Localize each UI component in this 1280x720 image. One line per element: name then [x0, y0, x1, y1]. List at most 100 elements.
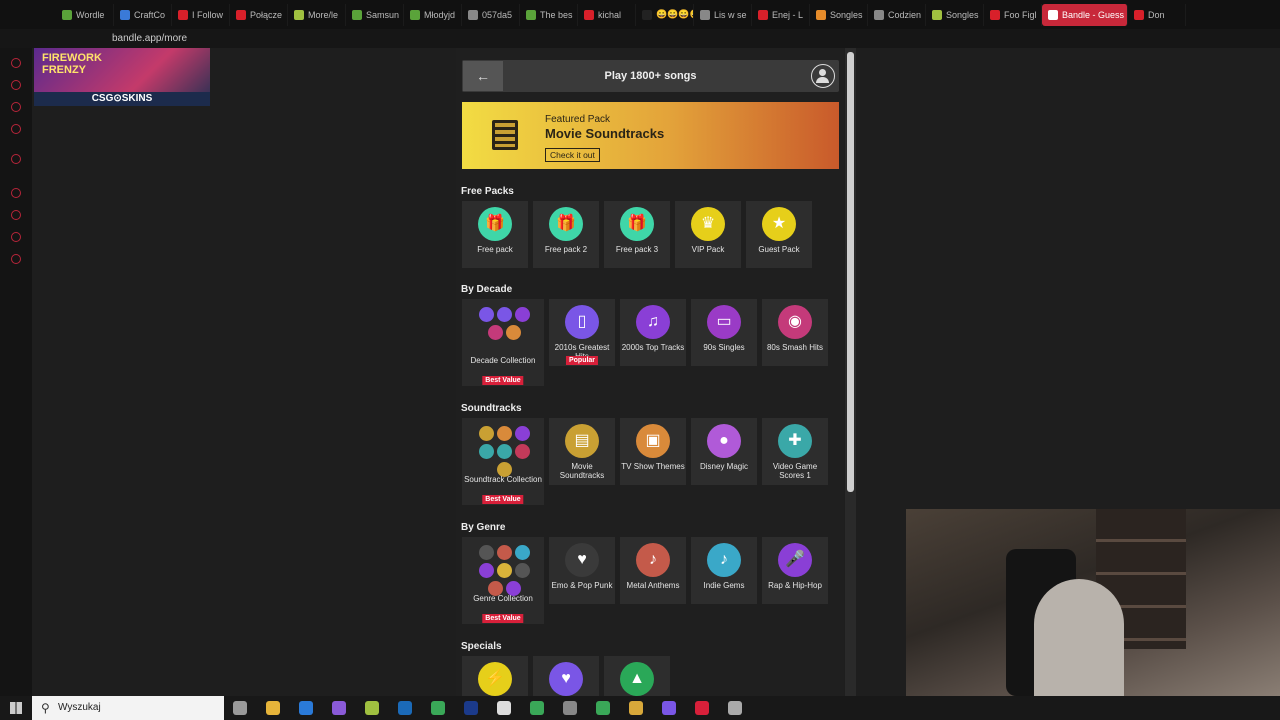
featured-pack-banner[interactable]: Featured Pack Movie Soundtracks Check it… — [462, 102, 839, 169]
browser-tab[interactable]: Wordle — [56, 3, 114, 26]
pack-badge: Popular — [565, 356, 599, 365]
taskbar-app-icon[interactable] — [464, 701, 478, 715]
pack-tile[interactable]: ▲ — [604, 656, 670, 696]
pack-tile[interactable]: ♛ VIP Pack — [675, 201, 741, 268]
tab-favicon-icon — [410, 9, 420, 20]
browser-tab[interactable]: Samsun — [346, 3, 404, 26]
pack-tile[interactable]: 🎁 Free pack 2 — [533, 201, 599, 268]
browser-tab[interactable]: kichal — [578, 3, 636, 26]
pack-tile[interactable]: Soundtrack Collection Best Value — [462, 418, 544, 505]
taskbar-app-icon[interactable] — [596, 701, 610, 715]
settings-icon[interactable] — [11, 254, 21, 264]
taskbar-app-icon[interactable] — [398, 701, 412, 715]
browser-tab[interactable]: The bes — [520, 3, 578, 26]
mini-pack-icon — [478, 545, 494, 560]
guitar-icon: ♪ — [707, 543, 741, 577]
browser-tab[interactable]: Połącze — [230, 3, 288, 26]
pack-tile[interactable]: ♫ 2000s Top Tracks — [620, 299, 686, 366]
browser-tab[interactable]: Songles — [926, 3, 984, 26]
browser-tab[interactable]: Codzien — [868, 3, 926, 26]
taskbar-app-icon[interactable] — [497, 701, 511, 715]
taskbar-app-icon[interactable] — [365, 701, 379, 715]
sidebar-icon-1[interactable] — [11, 58, 21, 68]
browser-tab[interactable]: Lis w se — [694, 3, 752, 26]
browser-tab[interactable]: CraftCo — [114, 3, 172, 26]
taskbar-app-icon[interactable] — [629, 701, 643, 715]
pack-tile[interactable]: Decade Collection Best Value — [462, 299, 544, 386]
sidebar-icon-5[interactable] — [11, 188, 21, 198]
address-bar[interactable]: bandle.app/more — [0, 29, 1280, 48]
browser-tab[interactable]: 😀😀😀😀 — [636, 3, 694, 26]
tab-favicon-icon — [816, 9, 826, 20]
pack-tile[interactable]: ● Disney Magic — [691, 418, 757, 485]
pack-tile[interactable]: ◉ 80s Smash Hits — [762, 299, 828, 366]
pack-tile[interactable]: ▣ TV Show Themes — [620, 418, 686, 485]
sidebar-icon-7[interactable] — [11, 232, 21, 242]
browser-tab[interactable]: Don — [1128, 3, 1186, 26]
mini-pack-icon — [496, 426, 512, 441]
taskbar-app-icon[interactable] — [695, 701, 709, 715]
tab-label: Don — [1148, 9, 1165, 20]
taskbar-app-icon[interactable] — [431, 701, 445, 715]
sidebar-icon-2[interactable] — [11, 80, 21, 90]
browser-tab[interactable]: Młodyjd — [404, 3, 462, 26]
pack-tile[interactable]: ★ Guest Pack — [746, 201, 812, 268]
taskbar-app-icon[interactable] — [728, 701, 742, 715]
taskbar-app-icon[interactable] — [530, 701, 544, 715]
browser-tab[interactable]: 057da5 — [462, 3, 520, 26]
pack-tile[interactable]: ▯2010s Greatest HitsPopular — [549, 299, 615, 366]
tab-favicon-icon — [758, 9, 768, 20]
twitch-icon[interactable] — [11, 154, 21, 164]
pack-tile[interactable]: ⚡ — [462, 656, 528, 696]
sidebar-icon-4[interactable] — [11, 124, 21, 134]
browser-tab[interactable]: Enej - L — [752, 3, 810, 26]
mini-pack-icon — [496, 545, 512, 560]
browser-tab[interactable]: Bandle - Guess — [1042, 3, 1128, 26]
taskbar-app-icon[interactable] — [233, 701, 247, 715]
tab-favicon-icon — [178, 9, 188, 20]
url-text[interactable]: bandle.app/more — [112, 33, 187, 44]
user-account-icon[interactable] — [811, 64, 835, 88]
scrollbar-thumb[interactable] — [847, 52, 854, 492]
windows-start-icon[interactable] — [10, 702, 22, 714]
pack-tile[interactable]: Genre Collection Best Value — [462, 537, 544, 624]
pack-tile[interactable]: ▤ Movie Soundtracks — [549, 418, 615, 485]
page-scrollbar[interactable] — [845, 48, 856, 696]
pack-tile[interactable]: 🎤 Rap & Hip-Hop — [762, 537, 828, 604]
taskbar-search-input[interactable]: Wyszukaj — [32, 696, 224, 720]
pack-tile[interactable]: ♥ — [533, 656, 599, 696]
browser-tab[interactable]: I Follow — [172, 3, 230, 26]
pack-tile[interactable]: 🎁 Free pack 3 — [604, 201, 670, 268]
tab-label: 057da5 — [482, 9, 513, 20]
tab-label: Bandle - Guess — [1062, 9, 1125, 20]
tab-favicon-icon — [468, 9, 478, 20]
browser-tab[interactable]: More/le — [288, 3, 346, 26]
broken-heart-icon: ♥ — [565, 543, 599, 577]
sidebar-icon-6[interactable] — [11, 210, 21, 220]
tab-favicon-icon — [700, 9, 710, 20]
taskbar-app-icon[interactable] — [563, 701, 577, 715]
sidebar-icon-3[interactable] — [11, 102, 21, 112]
check-it-out-button[interactable]: Check it out — [545, 148, 600, 162]
tab-label: Enej - L — [772, 9, 804, 20]
browser-tab[interactable]: Foo Figl — [984, 3, 1042, 26]
taskbar-app-icon[interactable] — [266, 701, 280, 715]
browser-tab[interactable]: Songles — [810, 3, 868, 26]
tab-favicon-icon — [1134, 9, 1144, 20]
advertisement[interactable]: FIREWORK FRENZY CSG⊙SKINS — [34, 48, 210, 106]
taskbar-app-icon[interactable] — [332, 701, 346, 715]
pack-tile[interactable]: ▭ 90s Singles — [691, 299, 757, 366]
pack-tile[interactable]: ✚ Video Game Scores 1 — [762, 418, 828, 485]
pack-tile[interactable]: 🎁 Free pack — [462, 201, 528, 268]
pack-tile[interactable]: ♪ Indie Gems — [691, 537, 757, 604]
taskbar-app-icon[interactable] — [662, 701, 676, 715]
mini-pack-icon — [514, 426, 530, 441]
tab-label: Songles — [830, 9, 863, 20]
pack-label: Indie Gems — [703, 581, 745, 590]
tab-label: Połącze — [250, 9, 283, 20]
taskbar-app-icon[interactable] — [299, 701, 313, 715]
pack-tile[interactable]: ♪ Metal Anthems — [620, 537, 686, 604]
tab-favicon-icon — [352, 9, 362, 20]
pack-badge: Best Value — [482, 376, 524, 385]
pack-tile[interactable]: ♥ Emo & Pop Punk — [549, 537, 615, 604]
